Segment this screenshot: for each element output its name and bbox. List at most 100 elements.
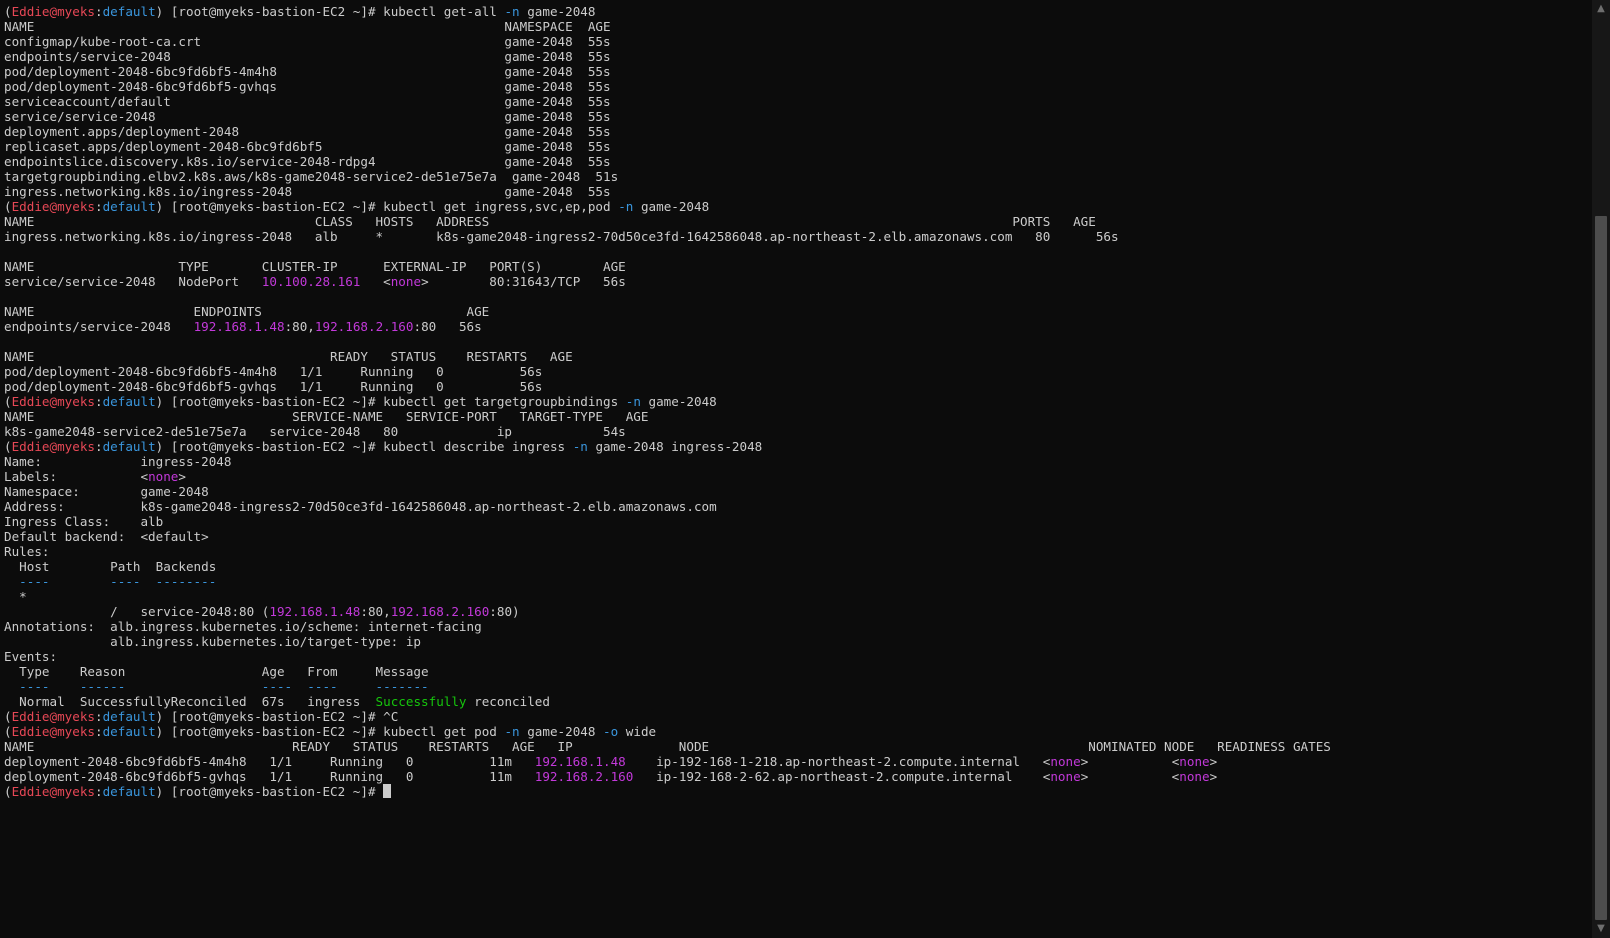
output-text: deployment-2048-6bc9fd6bf5-gvhqs 1/1 Run… [4,769,535,784]
terminal-line: (Eddie@myeks:default) [root@myeks-bastio… [4,4,1331,19]
output-text: endpointslice.discovery.k8s.io/service-2… [4,154,611,169]
output-text: > 80:31643/TCP 56s [421,274,626,289]
output-text: Labels: < [4,469,149,484]
output-text: :80) [489,604,520,619]
output-text: > [1209,769,1218,784]
output-text: : [95,784,103,799]
output-text: : [95,4,103,19]
output-text: ( [4,4,12,19]
output-text: ( [4,784,12,799]
output-text: game-2048 ingress-2048 [587,439,763,454]
output-text: Name: ingress-2048 [4,454,232,469]
output-text: ( [4,724,12,739]
output-text: game-2048 [519,724,604,739]
output-text: NAME TYPE CLUSTER-IP EXTERNAL-IP PORT(S)… [4,259,626,274]
ip-address: 192.168.1.48 [193,319,285,334]
output-text: wide [618,724,657,739]
output-text: > < [1080,754,1180,769]
ip-address: none [1050,769,1081,784]
output-text: ingress.networking.k8s.io/ingress-2048 g… [4,184,611,199]
output-text: Annotations: alb.ingress.kubernetes.io/s… [4,619,482,634]
vertical-scrollbar[interactable]: ▲ ▼ [1592,0,1610,938]
terminal-line: service/service-2048 NodePort 10.100.28.… [4,274,1331,289]
ip-address: none [1179,754,1210,769]
prompt-user: Eddie@myeks [11,724,95,739]
terminal-window[interactable]: (Eddie@myeks:default) [root@myeks-bastio… [0,0,1590,938]
terminal-line: pod/deployment-2048-6bc9fd6bf5-gvhqs 1/1… [4,379,1331,394]
ip-address: 192.168.2.160 [314,319,414,334]
terminal-line: Annotations: alb.ingress.kubernetes.io/s… [4,619,1331,634]
terminal-line: k8s-game2048-service2-de51e75e7a service… [4,424,1331,439]
prompt-context: default [102,4,156,19]
terminal-line: Normal SuccessfullyReconciled 67s ingres… [4,694,1331,709]
command-flag: -n [625,394,641,409]
output-text: > < [1080,769,1180,784]
terminal-line: alb.ingress.kubernetes.io/target-type: i… [4,634,1331,649]
output-text: / service-2048:80 ( [4,604,270,619]
prompt-user: Eddie@myeks [11,784,95,799]
terminal-line: / service-2048:80 (192.168.1.48:80,192.1… [4,604,1331,619]
output-text: * [4,589,27,604]
output-text: Normal SuccessfullyReconciled 67s ingres… [4,694,376,709]
output-text: Default backend: <default> [4,529,209,544]
output-text: game-2048 [633,199,710,214]
output-text: NAME ENDPOINTS AGE [4,304,490,319]
terminal-cursor[interactable] [383,784,392,798]
scrollbar-thumb[interactable] [1595,216,1607,920]
command-flag: -n [618,199,634,214]
output-text: ) [root@myeks-bastion-EC2 ~]# kubectl ge… [155,199,619,214]
output-text: ip-192-168-1-218.ap-northeast-2.compute.… [625,754,1051,769]
output-text: Events: [4,649,58,664]
output-text: ) [root@myeks-bastion-EC2 ~]# ^C [155,709,399,724]
output-text: Namespace: game-2048 [4,484,209,499]
output-text: NAME CLASS HOSTS ADDRESS PORTS AGE [4,214,1096,229]
output-text: > [178,469,186,484]
output-text: Host Path Backends [4,559,217,574]
output-text: :80 56s [413,319,482,334]
output-text: ) [root@myeks-bastion-EC2 ~]# [155,784,384,799]
output-text: replicaset.apps/deployment-2048-6bc9fd6b… [4,139,611,154]
output-text: : [95,709,103,724]
chevron-down-icon[interactable]: ▼ [1592,922,1610,936]
output-text: deployment-2048-6bc9fd6bf5-4m4h8 1/1 Run… [4,754,535,769]
prompt-user: Eddie@myeks [11,439,95,454]
terminal-line: Name: ingress-2048 [4,454,1331,469]
output-text: Ingress Class: alb [4,514,164,529]
terminal-line: pod/deployment-2048-6bc9fd6bf5-gvhqs gam… [4,79,1331,94]
ip-address: none [1179,769,1210,784]
terminal-line: Address: k8s-game2048-ingress2-70d50ce3f… [4,499,1331,514]
prompt-context: default [102,709,156,724]
output-text: Rules: [4,544,50,559]
output-text: NAME READY STATUS RESTARTS AGE IP NODE N… [4,739,1331,754]
prompt-user: Eddie@myeks [11,199,95,214]
terminal-line: NAME ENDPOINTS AGE [4,304,1331,319]
output-text: service/service-2048 NodePort [4,274,262,289]
ip-address: none [1050,754,1081,769]
output-text: ) [root@myeks-bastion-EC2 ~]# kubectl ge… [155,4,505,19]
command-flag: -n [504,4,520,19]
terminal-line: (Eddie@myeks:default) [root@myeks-bastio… [4,199,1331,214]
prompt-context: default [102,394,156,409]
output-text: ) [root@myeks-bastion-EC2 ~]# kubectl ge… [155,724,505,739]
command-flag: -n [504,724,520,739]
output-text: : [95,439,103,454]
output-text: ( [4,439,12,454]
output-text: NAME NAMESPACE AGE [4,19,611,34]
output-text: ) [root@myeks-bastion-EC2 ~]# kubectl ge… [155,394,626,409]
output-text: targetgroupbinding.elbv2.k8s.aws/k8s-gam… [4,169,619,184]
terminal-line: Type Reason Age From Message [4,664,1331,679]
terminal-line: ---- ------ ---- ---- ------- [4,679,1331,694]
terminal-line: Events: [4,649,1331,664]
output-text: NAME READY STATUS RESTARTS AGE [4,349,573,364]
terminal-line: (Eddie@myeks:default) [root@myeks-bastio… [4,724,1331,739]
output-text: :80, [360,604,391,619]
terminal-line: NAME READY STATUS RESTARTS AGE IP NODE N… [4,739,1331,754]
output-text: serviceaccount/default game-2048 55s [4,94,611,109]
chevron-up-icon[interactable]: ▲ [1592,2,1610,16]
output-text: game-2048 [640,394,717,409]
ip-address: 192.168.2.160 [390,604,490,619]
